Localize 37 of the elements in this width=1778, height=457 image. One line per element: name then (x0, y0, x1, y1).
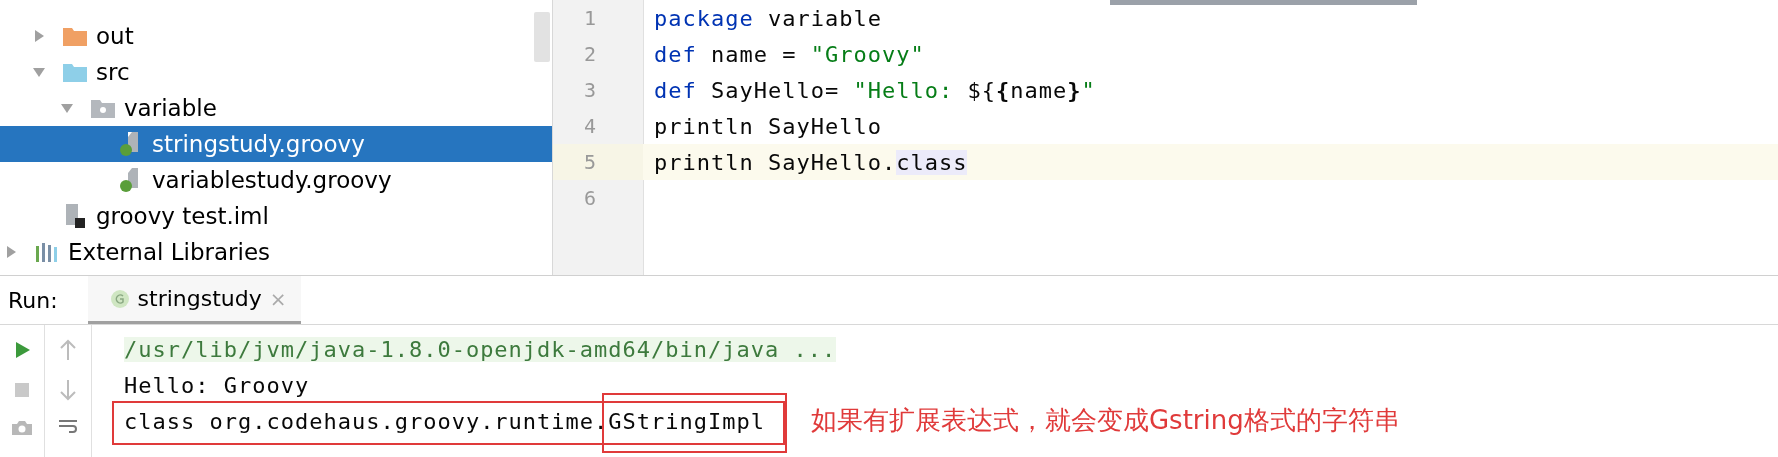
line-number: 5 (582, 150, 597, 174)
tree-item[interactable]: stringstudy.groovy (0, 126, 552, 162)
scrollbar-thumb[interactable] (534, 12, 550, 62)
down-arrow-icon[interactable] (58, 379, 78, 401)
expand-arrow-icon[interactable] (60, 101, 74, 115)
line-number: 4 (582, 114, 597, 138)
groovy-icon (109, 288, 130, 309)
scrollbar-thumb[interactable] (1110, 0, 1417, 5)
collapse-arrow-icon[interactable] (32, 29, 46, 43)
tree-item[interactable]: variablestudy.groovy (0, 162, 552, 198)
line-number: 1 (582, 6, 597, 30)
code-line: println SayHello (654, 113, 882, 139)
annotation-text: 如果有扩展表达式，就会变成Gstring格式的字符串 (810, 404, 1400, 437)
library-icon (34, 241, 60, 263)
line-number: 3 (582, 78, 597, 102)
code-line: package variable (654, 5, 882, 31)
code-line: def name = "Groovy" (654, 41, 925, 67)
run-tab[interactable]: stringstudy × (87, 276, 301, 324)
camera-icon[interactable] (10, 419, 34, 435)
run-label: Run: (7, 286, 59, 315)
tree-item[interactable]: src (0, 54, 552, 90)
line-number: 2 (582, 42, 597, 66)
expand-arrow-icon[interactable] (32, 65, 46, 79)
code-line: def SayHello= "Hello: ${{name}" (654, 77, 1096, 103)
tree-item[interactable]: External Libraries (0, 234, 552, 270)
folder-icon (90, 97, 116, 119)
collapse-arrow-icon[interactable] (4, 245, 18, 259)
soft-wrap-icon[interactable] (57, 419, 79, 433)
tree-item[interactable]: variable (0, 90, 552, 126)
up-arrow-icon[interactable] (58, 339, 78, 361)
code-line: println SayHello.class (654, 149, 968, 175)
folder-icon (62, 25, 88, 47)
tree-item[interactable]: groovy test.iml (0, 198, 552, 234)
tree-item[interactable]: out (0, 18, 552, 54)
folder-icon (62, 61, 88, 83)
line-number: 6 (582, 186, 597, 210)
console-line: Hello: Groovy (124, 372, 310, 398)
